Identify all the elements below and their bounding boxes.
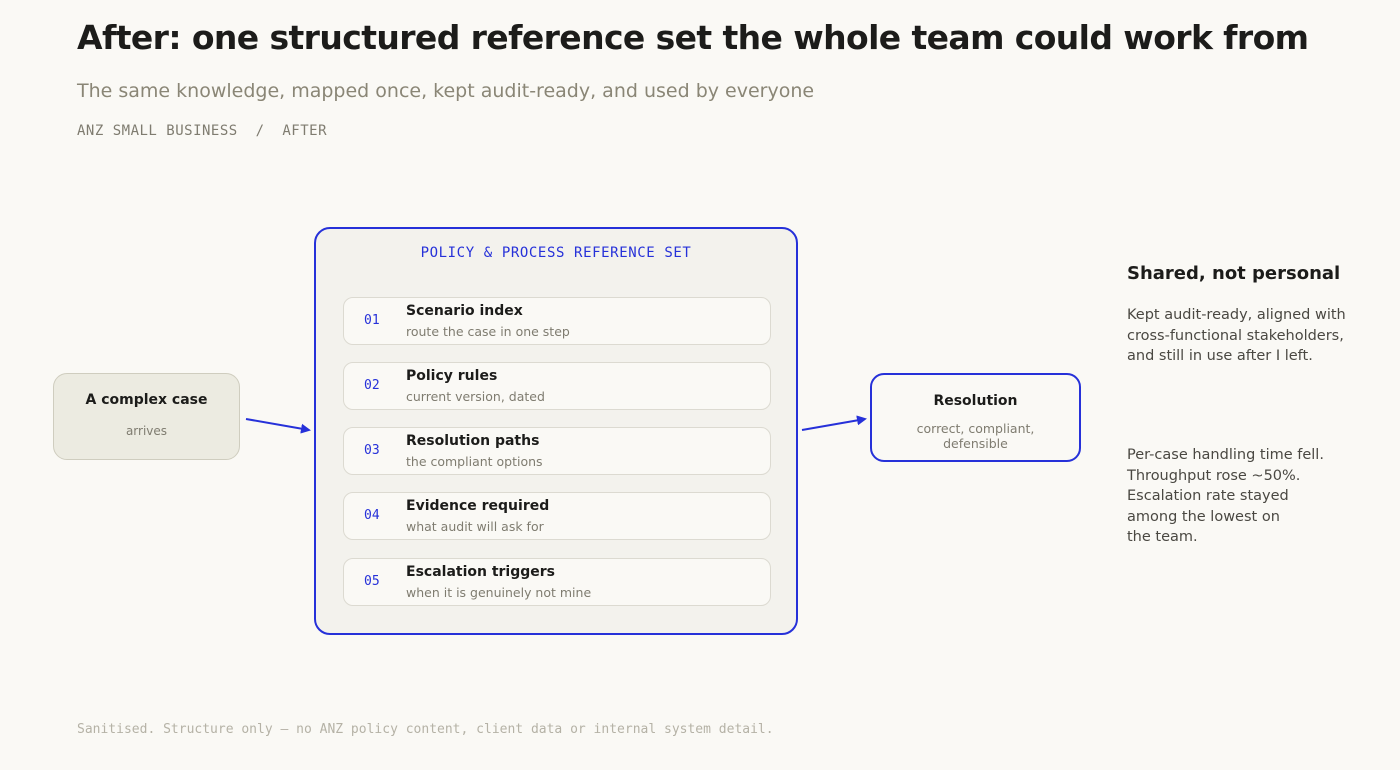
reference-item-number: 02 [364, 378, 380, 393]
reference-set-container: POLICY & PROCESS REFERENCE SET 01 Scenar… [314, 227, 798, 635]
resolution-title: Resolution [933, 393, 1018, 409]
reference-item-escalation-triggers: 05 Escalation triggers when it is genuin… [343, 558, 771, 606]
reference-item-number: 04 [364, 508, 380, 523]
reference-item-number: 03 [364, 443, 380, 458]
reference-item-description: current version, dated [406, 389, 545, 404]
reference-item-evidence-required: 04 Evidence required what audit will ask… [343, 492, 771, 540]
sidebar-paragraph-results: Per-case handling time fell. Throughput … [1127, 445, 1359, 548]
reference-item-description: the compliant options [406, 454, 543, 469]
reference-item-description: route the case in one step [406, 324, 570, 339]
footer-note: Sanitised. Structure only — no ANZ polic… [77, 722, 774, 737]
reference-item-resolution-paths: 03 Resolution paths the compliant option… [343, 427, 771, 475]
results-line: Per-case handling time fell. [1127, 447, 1324, 463]
reference-item-name: Policy rules [406, 368, 498, 384]
reference-item-name: Resolution paths [406, 433, 540, 449]
results-line: the team. [1127, 529, 1198, 545]
resolution-box: Resolution correct, compliant, defensibl… [870, 373, 1081, 462]
arrow-case-to-reference [245, 418, 311, 434]
sidebar-heading: Shared, not personal [1127, 263, 1341, 284]
reference-set-title: POLICY & PROCESS REFERENCE SET [420, 245, 692, 261]
reference-item-number: 01 [364, 313, 380, 328]
reference-item-description: what audit will ask for [406, 519, 544, 534]
results-line: among the lowest on [1127, 508, 1280, 525]
reference-item-name: Escalation triggers [406, 564, 556, 580]
reference-item-number: 05 [364, 574, 380, 589]
reference-item-policy-rules: 02 Policy rules current version, dated [343, 362, 771, 410]
arrow-reference-to-resolution [801, 415, 867, 431]
resolution-subtitle: correct, compliant, defensible [916, 421, 1035, 451]
reference-item-name: Scenario index [406, 303, 523, 319]
reference-item-description: when it is genuinely not mine [406, 585, 592, 600]
reference-item-scenario-index: 01 Scenario index route the case in one … [343, 297, 771, 345]
results-line: Escalation rate stayed [1127, 488, 1289, 504]
results-line: Throughput rose ~50%. [1127, 467, 1301, 484]
sidebar-paragraph-audit: Kept audit-ready, aligned with cross-fun… [1127, 307, 1346, 364]
reference-item-name: Evidence required [406, 498, 550, 514]
